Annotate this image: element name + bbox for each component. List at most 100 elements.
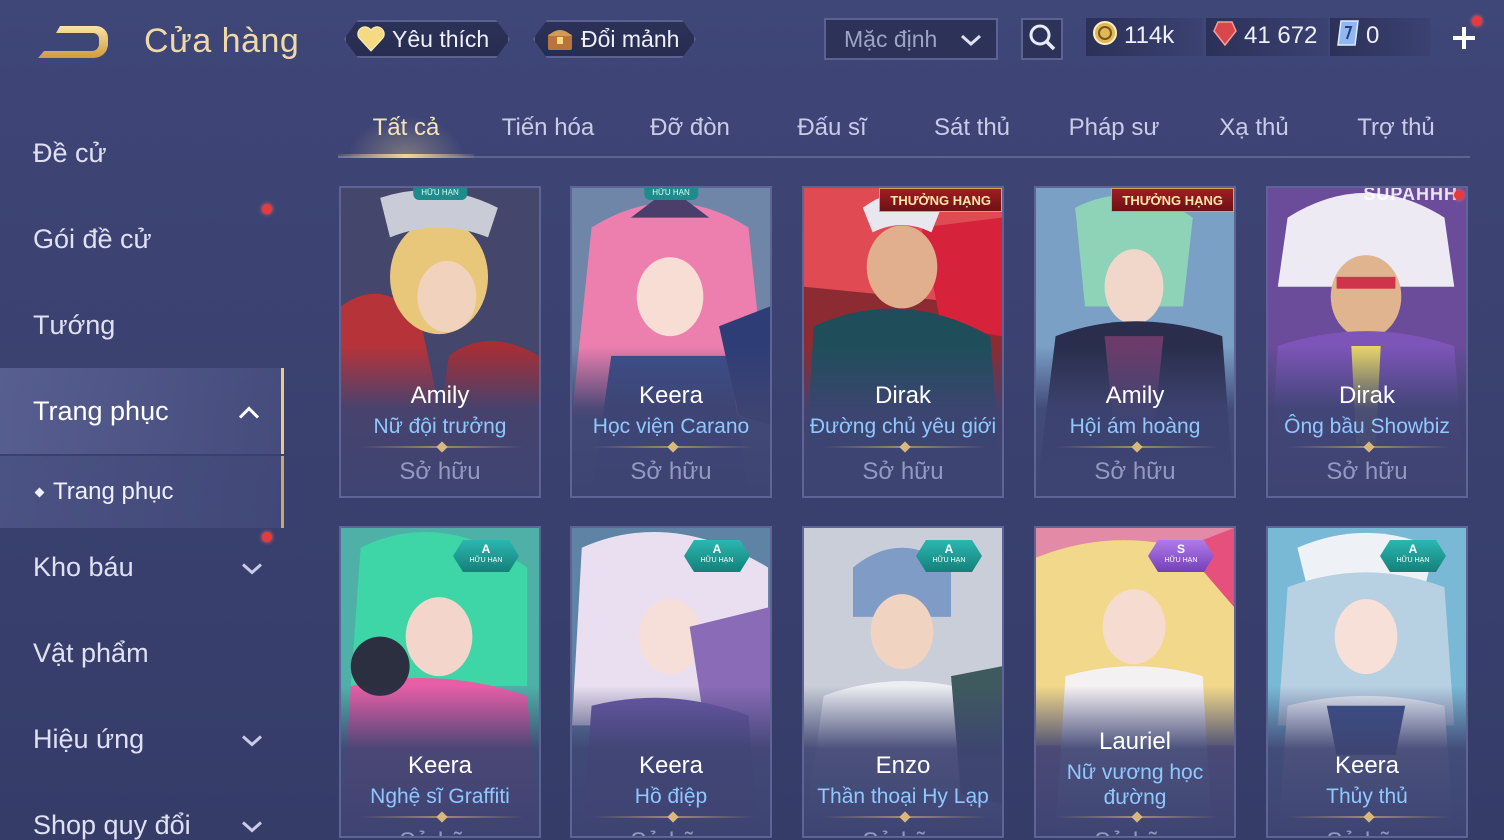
tab-assassin[interactable]: Sát thủ [904, 114, 1040, 158]
sidebar-item-label: Tướng [33, 309, 116, 340]
hero-name: Keera [1334, 752, 1400, 779]
grade-limited-label: HỮU HẠN [1164, 557, 1198, 564]
sidebar-item-label: Shop quy đổi [33, 809, 191, 840]
shard-exchange-label: Đổi mảnh [581, 25, 680, 52]
search-button[interactable] [1021, 18, 1063, 60]
notification-dot [1472, 16, 1482, 26]
tab-label: Đỡ đòn [650, 114, 730, 141]
grade-a-badge: A HỮU HẠN [684, 540, 750, 572]
skin-name: Đường chủ yêu giới [809, 415, 997, 438]
back-icon[interactable] [30, 18, 116, 68]
hero-name: Keera [638, 382, 704, 409]
skin-name-line-2: đường [1103, 786, 1167, 809]
tab-evolution[interactable]: Tiến hóa [480, 114, 616, 158]
grade-limited-label: HỮU HẠN [700, 557, 734, 564]
sidebar-item-effects[interactable]: Hiệu ứng [0, 696, 284, 782]
ownership-status: Sở hữu [399, 458, 481, 485]
ownership-status: Sở hữu [804, 828, 1002, 836]
grade-limited-label: HỮU HẠN [469, 557, 503, 564]
skin-card[interactable]: A HỮU HẠN Enzo Thần thoại Hy Lạp Sở hữu [802, 526, 1004, 838]
skin-name-line-1: Nữ vương học [1066, 761, 1204, 784]
ruby-amount: 41 672 [1244, 22, 1318, 49]
grade-a-badge: A HỮU HẠN [1380, 540, 1446, 572]
sidebar-item-items[interactable]: Vật phẩm [0, 610, 284, 696]
chevron-down-icon [240, 552, 264, 583]
limited-badge: HỮU HẠN [413, 188, 467, 200]
chevron-down-icon [240, 810, 264, 840]
sidebar-subitem-skins[interactable]: Trang phục [0, 456, 284, 528]
ownership-status: Sở hữu [341, 828, 539, 836]
tab-label: Pháp sư [1068, 114, 1160, 141]
tab-label: Đấu sĩ [797, 114, 867, 141]
hero-name: Enzo [875, 752, 931, 779]
sidebar-item-exchange-shop[interactable]: Shop quy đổi [0, 782, 284, 840]
notification-dot [262, 532, 272, 542]
ownership-status: Sở hữu [572, 828, 770, 836]
sidebar-item-treasure[interactable]: Kho báu [0, 524, 284, 610]
skin-card[interactable]: THƯỞNG HẠNG Amily Hội ám hoàng Sở hữu [1034, 186, 1236, 498]
favorite-button[interactable]: Yêu thích [344, 20, 510, 58]
skin-card[interactable]: A HỮU HẠN Keera Nghệ sĩ Graffiti Sở hữu [339, 526, 541, 838]
hero-name: Dirak [1338, 382, 1395, 409]
page-title: Cửa hàng [144, 22, 300, 60]
tab-all[interactable]: Tất cả [338, 114, 474, 158]
ruby-balance: 41 672 [1212, 20, 1317, 52]
rank-reward-badge: THƯỞNG HẠNG [1111, 188, 1234, 212]
tab-fighter[interactable]: Đấu sĩ [764, 114, 900, 158]
hero-name: Keera [638, 752, 704, 779]
sidebar-item-label: Gói đề cử [33, 223, 152, 254]
sidebar-item-label: Đề cử [33, 137, 107, 168]
tab-label: Trợ thủ [1357, 114, 1435, 141]
limited-badge: HỮU HẠN [644, 188, 698, 200]
sidebar-item-label: Hiệu ứng [33, 723, 145, 754]
gold-amount: 114k [1124, 22, 1175, 49]
tab-label: Sát thủ [933, 114, 1011, 141]
ownership-status: Sở hữu [1036, 828, 1234, 836]
showbiz-logo: SUPAHHH [1363, 186, 1458, 204]
favorite-label: Yêu thích [392, 25, 490, 52]
sidebar-item-recommended-bundles[interactable]: Gói đề cử [0, 196, 284, 282]
tab-label: Xạ thủ [1219, 114, 1289, 141]
search-icon [1027, 22, 1057, 57]
tab-tank[interactable]: Đỡ đòn [622, 114, 758, 158]
heart-icon [356, 24, 386, 54]
skin-name: Nữ đội trưởng [373, 415, 507, 438]
skin-card[interactable]: S HỮU HẠN Lauriel Nữ vương học đường Sở … [1034, 526, 1236, 838]
skin-name: Hồ điệp [634, 785, 708, 808]
skin-name: Học viện Carano [592, 415, 750, 438]
hero-name: Lauriel [1098, 728, 1172, 755]
skin-card[interactable]: SUPAHHH Dirak Ông bầu Showbiz Sở hữu [1266, 186, 1468, 498]
tab-marksman[interactable]: Xạ thủ [1186, 114, 1322, 158]
notification-dot [262, 204, 272, 214]
ownership-status: Sở hữu [630, 458, 712, 485]
sidebar: Đề cử Gói đề cử Tướng Trang phục Trang p… [0, 96, 288, 840]
sidebar-item-skins[interactable]: Trang phục [0, 368, 284, 454]
skin-card[interactable]: HỮU HẠN Amily Nữ đội trưởng Sở hữu [339, 186, 541, 498]
skin-name: Thần thoại Hy Lạp [817, 785, 989, 808]
grade-s-badge: S HỮU HẠN [1148, 540, 1214, 572]
rank-reward-badge: THƯỞNG HẠNG [879, 188, 1002, 212]
skin-card[interactable]: A HỮU HẠN Keera Hồ điệp Sở hữu [570, 526, 772, 838]
ownership-status: Sở hữu [1268, 828, 1466, 836]
ownership-status: Sở hữu [1326, 458, 1408, 485]
skin-name: Thủy thủ [1326, 785, 1408, 808]
tab-mage[interactable]: Pháp sư [1046, 114, 1182, 158]
grade-letter: A [481, 542, 491, 556]
skin-card[interactable]: THƯỞNG HẠNG Dirak Đường chủ yêu giới Sở … [802, 186, 1004, 498]
top-bar: Cửa hàng Yêu thích Đổi mảnh Mặc định 114… [0, 0, 1504, 84]
skin-card[interactable]: HỮU HẠN Keera Học viện Carano Sở hữu [570, 186, 772, 498]
skin-card[interactable]: A HỮU HẠN Keera Thủy thủ Sở hữu [1266, 526, 1468, 838]
skin-name: Hội ám hoàng [1069, 415, 1201, 438]
shard-exchange-button[interactable]: Đổi mảnh [533, 20, 696, 58]
voucher-icon [1336, 19, 1360, 54]
treasure-chest-icon [545, 24, 575, 54]
gold-coin-icon [1092, 20, 1118, 53]
hero-name: Dirak [874, 382, 931, 409]
sidebar-item-recommended[interactable]: Đề cử [0, 110, 284, 196]
hero-name: Amily [1105, 382, 1165, 409]
hero-name: Keera [407, 752, 473, 779]
bullet-icon [34, 487, 45, 497]
sort-dropdown[interactable]: Mặc định [824, 18, 998, 60]
sidebar-item-heroes[interactable]: Tướng [0, 282, 284, 368]
tab-support[interactable]: Trợ thủ [1328, 114, 1464, 158]
